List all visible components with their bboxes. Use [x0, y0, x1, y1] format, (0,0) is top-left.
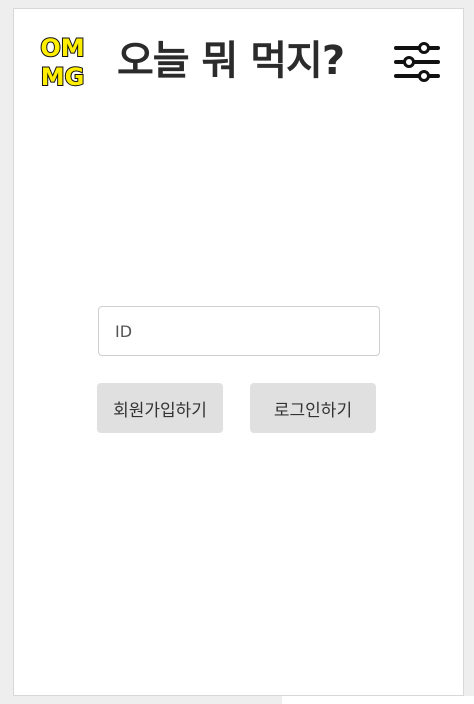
omg-logo: OM MG — [37, 33, 88, 92]
login-button[interactable]: 로그인하기 — [250, 383, 376, 433]
sliders-icon — [394, 42, 440, 82]
signup-button[interactable]: 회원가입하기 — [97, 383, 223, 433]
app-frame: OM MG 오늘 뭐 먹지? 회원가입하기 로그인하기 — [13, 8, 464, 696]
filter-settings-button[interactable] — [392, 38, 442, 86]
bottom-edge — [282, 696, 474, 704]
page-title: 오늘 뭐 먹지? — [117, 38, 345, 84]
id-input[interactable] — [98, 306, 380, 356]
logo-text-bottom: MG — [41, 63, 85, 89]
logo-text-top: OM — [40, 34, 84, 62]
